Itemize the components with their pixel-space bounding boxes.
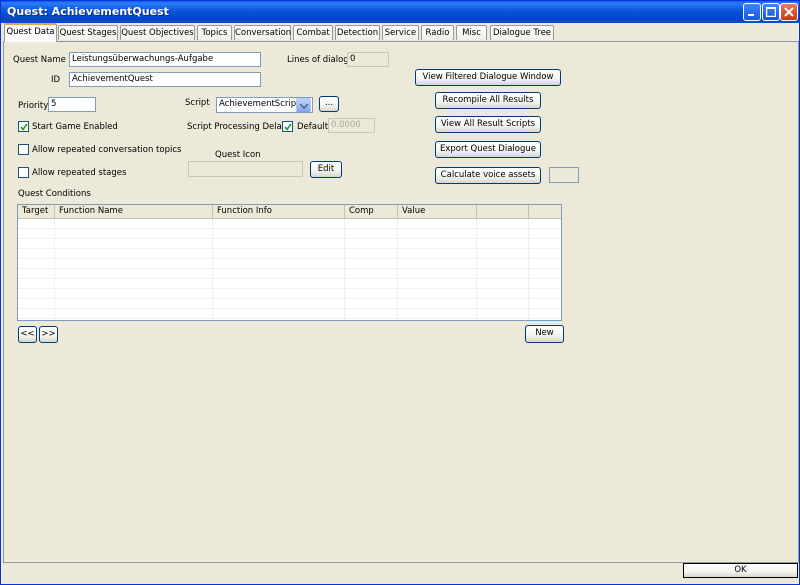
grid-header: Target Function Name Function Info Comp … <box>18 205 561 219</box>
column-comp[interactable]: Comp <box>345 205 398 219</box>
tab-topics[interactable]: Topics <box>197 25 232 40</box>
minimize-button[interactable] <box>743 3 761 21</box>
priority-field[interactable]: 5 <box>48 97 96 112</box>
checkmark-icon <box>20 123 28 131</box>
start-game-enabled-checkbox[interactable] <box>18 121 29 132</box>
tab-misc[interactable]: Misc <box>456 25 487 40</box>
repeat-stages-label: Allow repeated stages <box>32 168 127 178</box>
table-row[interactable] <box>18 219 561 229</box>
column-extra-1[interactable] <box>477 205 529 219</box>
new-condition-button[interactable]: New <box>525 325 564 343</box>
column-value[interactable]: Value <box>398 205 477 219</box>
minimize-icon <box>748 14 754 16</box>
tab-combat[interactable]: Combat <box>293 25 333 40</box>
quest-name-field[interactable]: Leistungsüberwachungs-Aufgabe <box>69 52 261 67</box>
script-processing-delay-label: Script Processing Delay <box>187 122 287 132</box>
tab-quest-stages[interactable]: Quest Stages <box>58 25 118 40</box>
next-page-button[interactable]: >> <box>39 326 58 343</box>
quest-conditions-label: Quest Conditions <box>18 189 91 199</box>
table-row[interactable] <box>18 239 561 249</box>
lines-of-dialog-value: 0 <box>347 52 389 67</box>
window-title: Quest: AchievementQuest <box>7 5 169 18</box>
table-row[interactable] <box>18 229 561 239</box>
column-extra-2[interactable] <box>529 205 561 219</box>
table-row[interactable] <box>18 249 561 259</box>
close-icon <box>784 7 794 17</box>
tab-detection[interactable]: Detection <box>335 25 380 40</box>
default-delay-checkbox[interactable] <box>282 121 293 132</box>
repeat-stages-checkbox[interactable] <box>18 167 29 178</box>
quest-window: Quest: AchievementQuest Quest Data Quest… <box>0 0 800 585</box>
previous-page-button[interactable]: << <box>18 326 37 343</box>
tab-dialogue-tree[interactable]: Dialogue Tree <box>490 25 554 40</box>
table-row[interactable] <box>18 259 561 269</box>
default-delay-label: Default <box>297 122 329 132</box>
quest-icon-label: Quest Icon <box>215 150 261 160</box>
script-label: Script <box>185 98 210 108</box>
table-row[interactable] <box>18 299 561 309</box>
quest-id-field[interactable]: AchievementQuest <box>69 72 261 87</box>
quest-id-label: ID <box>51 75 61 85</box>
title-bar[interactable]: Quest: AchievementQuest <box>1 1 799 23</box>
table-row[interactable] <box>18 289 561 299</box>
ok-button[interactable]: OK <box>683 563 798 578</box>
column-function-info[interactable]: Function Info <box>213 205 345 219</box>
checkmark-icon <box>284 123 292 131</box>
priority-label: Priority <box>18 101 49 111</box>
chevron-down-icon[interactable] <box>296 98 311 112</box>
tab-service[interactable]: Service <box>382 25 419 40</box>
tab-quest-objectives[interactable]: Quest Objectives <box>120 25 195 40</box>
repeat-topics-checkbox[interactable] <box>18 144 29 155</box>
tab-conversation[interactable]: Conversation <box>234 25 291 40</box>
tab-quest-data[interactable]: Quest Data <box>4 23 57 42</box>
quest-icon-edit-button[interactable]: Edit <box>310 161 342 178</box>
column-target[interactable]: Target <box>18 205 55 219</box>
table-row[interactable] <box>18 269 561 279</box>
export-quest-dialogue-button[interactable]: Export Quest Dialogue <box>435 141 541 158</box>
delay-field: 0.0000 <box>328 118 375 133</box>
start-game-enabled-label: Start Game Enabled <box>32 122 118 132</box>
quest-conditions-grid[interactable]: Target Function Name Function Info Comp … <box>17 204 562 321</box>
recompile-all-results-button[interactable]: Recompile All Results <box>435 92 541 109</box>
lines-of-dialog-label: Lines of dialog: <box>287 55 352 65</box>
voice-assets-field <box>549 167 579 183</box>
calculate-voice-assets-button[interactable]: Calculate voice assets <box>435 167 541 184</box>
table-row[interactable] <box>18 279 561 289</box>
view-filtered-dialogue-button[interactable]: View Filtered Dialogue Window <box>415 69 561 86</box>
view-all-result-scripts-button[interactable]: View All Result Scripts <box>435 116 541 133</box>
quest-name-label: Quest Name <box>13 55 66 65</box>
script-select-value: AchievementScript <box>219 99 300 109</box>
tab-radio[interactable]: Radio <box>421 25 454 40</box>
close-button[interactable] <box>780 3 798 21</box>
table-row[interactable] <box>18 309 561 319</box>
script-browse-button[interactable]: ... <box>319 96 339 112</box>
repeat-topics-label: Allow repeated conversation topics <box>32 145 182 155</box>
column-function-name[interactable]: Function Name <box>55 205 213 219</box>
quest-icon-field <box>188 161 303 177</box>
maximize-icon <box>766 7 776 17</box>
maximize-button[interactable] <box>762 3 780 21</box>
script-select[interactable]: AchievementScript <box>216 97 313 113</box>
